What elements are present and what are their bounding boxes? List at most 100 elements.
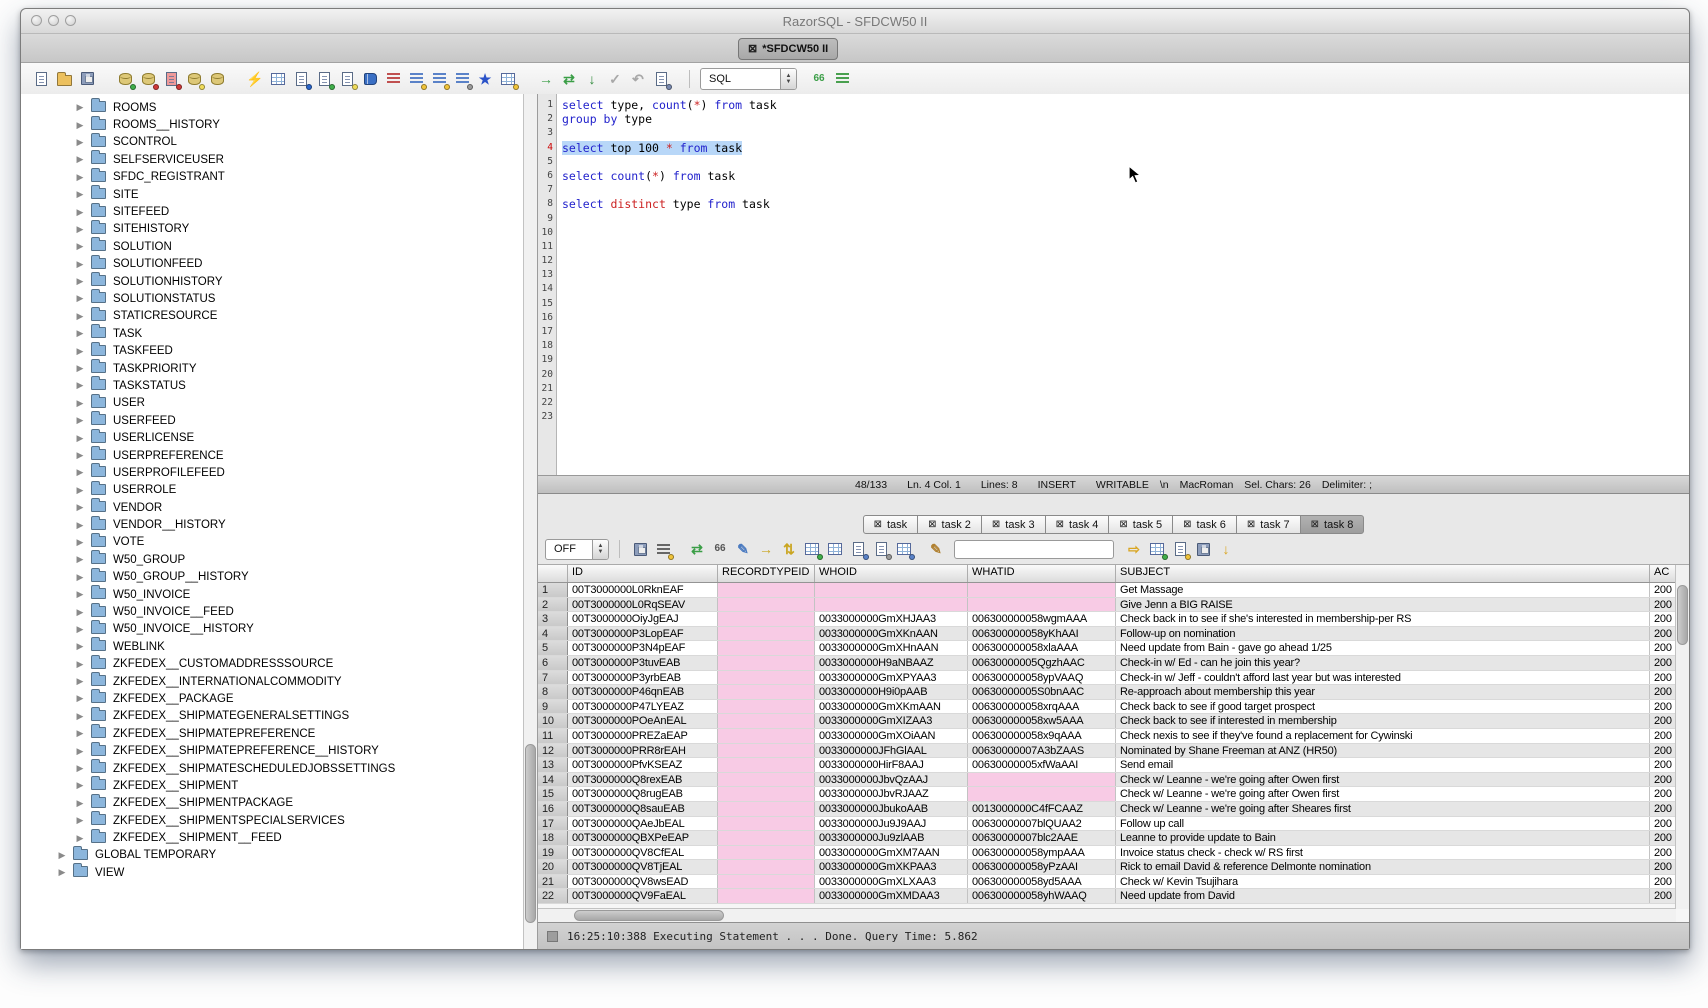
tree-item[interactable]: ▶SELFSERVICEUSER [21,151,537,168]
max-rows-select[interactable]: OFF ▲▼ [545,539,609,560]
tree-item[interactable]: ▶WEBLINK [21,638,537,655]
expand-triangle-icon[interactable]: ▶ [73,207,87,218]
table-cell[interactable]: Get Massage [1116,583,1650,597]
sidebar-scrollbar-thumb[interactable] [525,744,536,924]
table-cell[interactable]: 00T3000000P3LopEAF [568,627,718,641]
row-number-cell[interactable]: 6 [538,656,568,670]
table-cell[interactable]: Check w/ Leanne - we're going after Owen… [1116,773,1650,787]
expand-triangle-icon[interactable]: ▶ [73,502,87,513]
expand-triangle-icon[interactable]: ▶ [73,172,87,183]
column-header[interactable]: SUBJECT [1116,565,1650,582]
rollback-icon[interactable]: ↶ [628,69,648,89]
record-view-icon[interactable] [848,539,868,559]
tab-close-icon[interactable]: ⊠ [928,520,936,530]
database-browser-icon[interactable] [360,69,380,89]
row-number-cell[interactable]: 7 [538,671,568,685]
table-cell[interactable]: 00T3000000QBXPeEAP [568,831,718,845]
expand-triangle-icon[interactable]: ▶ [73,276,87,287]
table-row[interactable]: 500T3000000P3N4pEAF0033000000GmXHnAAN006… [538,641,1676,656]
table-cell[interactable]: 200 [1650,787,1676,801]
expand-triangle-icon[interactable]: ▶ [73,520,87,531]
indent-icon[interactable] [406,69,426,89]
table-cell[interactable]: 0033000000HirF8AAJ [815,758,968,772]
export-results-icon[interactable] [1147,539,1167,559]
edit-cell-icon[interactable]: ✎ [733,539,753,559]
table-cell[interactable]: 00T3000000L0RqSEAV [568,598,718,612]
results-tab[interactable]: ⊠task 3 [981,515,1046,534]
statement-type-select[interactable]: SQL ▲▼ [700,68,797,90]
tree-item[interactable]: ▶STATICRESOURCE [21,308,537,325]
tree-item[interactable]: ▶USERLICENSE [21,429,537,446]
tab-close-icon[interactable]: ⊠ [874,520,882,530]
table-cell[interactable]: 0033000000GmXKPAA3 [815,860,968,874]
table-cell[interactable]: 00T3000000P3N4pEAF [568,641,718,655]
results-tab[interactable]: ⊠task [863,515,919,534]
table-row[interactable]: 100T3000000L0RknEAFGet Massage200 [538,583,1676,598]
table-cell[interactable]: 0033000000JbvQzAAJ [815,773,968,787]
row-number-cell[interactable]: 18 [538,831,568,845]
new-file-icon[interactable] [31,69,51,89]
row-number-cell[interactable]: 14 [538,773,568,787]
table-cell[interactable] [718,714,815,728]
tree-item[interactable]: ▶W50_INVOICE__FEED [21,603,537,620]
table-cell[interactable]: 00630000007blc2AAE [968,831,1116,845]
table-editor-icon[interactable] [498,69,518,89]
column-header[interactable]: WHATID [968,565,1116,582]
fetch-more-rows-icon[interactable]: ↓ [582,69,602,89]
table-cell[interactable]: Check nexis to see if they've found a re… [1116,729,1650,743]
document-tab[interactable]: ⊠ *SFDCW50 II [738,38,838,60]
tree-item[interactable]: ▶SOLUTION [21,238,537,255]
table-cell[interactable]: Invoice status check - check w/ RS first [1116,846,1650,860]
table-cell[interactable]: Leanne to provide update to Bain [1116,831,1650,845]
expand-triangle-icon[interactable]: ▶ [73,728,87,739]
tree-item[interactable]: ▶VENDOR [21,499,537,516]
minimize-button[interactable] [48,15,59,26]
save-table-icon[interactable] [1193,539,1213,559]
tree-item[interactable]: ▶TASKFEED [21,342,537,359]
table-cell[interactable]: 200 [1650,846,1676,860]
titlebar[interactable]: RazorSQL - SFDCW50 II [21,9,1689,34]
disconnect-icon[interactable] [138,69,158,89]
tree-item[interactable]: ▶TASKSTATUS [21,377,537,394]
tree-item[interactable]: ▶VENDOR__HISTORY [21,516,537,533]
table-cell[interactable]: 200 [1650,802,1676,816]
auto-format-icon[interactable]: 66 [809,69,829,89]
expand-triangle-icon[interactable]: ▶ [73,711,87,722]
table-cell[interactable] [718,787,815,801]
tree-item[interactable]: ▶ROOMS [21,99,537,116]
tree-item[interactable]: ▶ZKFEDEX__SHIPMENTPACKAGE [21,795,537,812]
tree-item[interactable]: ▶SFDC_REGISTRANT [21,169,537,186]
expand-triangle-icon[interactable]: ▶ [73,659,87,670]
tab-close-icon[interactable]: ⊠ [748,44,757,55]
column-header[interactable]: ID [568,565,718,582]
expand-triangle-icon[interactable]: ▶ [73,798,87,809]
expand-triangle-icon[interactable]: ▶ [55,850,69,861]
row-number-cell[interactable]: 5 [538,641,568,655]
table-cell[interactable]: 200 [1650,729,1676,743]
expand-triangle-icon[interactable]: ▶ [73,833,87,844]
table-cell[interactable]: 00T3000000QAeJbEAL [568,817,718,831]
results-vscrollbar-thumb[interactable] [1677,585,1688,645]
row-number-cell[interactable]: 21 [538,875,568,889]
table-cell[interactable] [718,583,815,597]
favorites-icon[interactable]: ★ [475,69,495,89]
row-number-cell[interactable]: 19 [538,846,568,860]
commit-icon[interactable]: ✓ [605,69,625,89]
column-header[interactable] [538,565,568,582]
table-cell[interactable]: Check w/ Kevin Tsujihara [1116,875,1650,889]
table-cell[interactable]: 006300000058x9qAAA [968,729,1116,743]
row-number-cell[interactable]: 17 [538,817,568,831]
table-row[interactable]: 1100T3000000PREZaEAP0033000000GmXOiAAN00… [538,729,1676,744]
table-cell[interactable]: 0033000000JbvRJAAZ [815,787,968,801]
tree-item[interactable]: ▶SITE [21,186,537,203]
table-cell[interactable] [718,875,815,889]
expand-triangle-icon[interactable]: ▶ [73,415,87,426]
table-cell[interactable] [718,700,815,714]
table-cell[interactable] [718,831,815,845]
table-cell[interactable] [718,758,815,772]
table-cell[interactable]: 00630000005xfWaAAI [968,758,1116,772]
tree-item[interactable]: ▶ZKFEDEX__SHIPMATESCHEDULEDJOBSSETTINGS [21,760,537,777]
expand-triangle-icon[interactable]: ▶ [73,572,87,583]
row-number-cell[interactable]: 1 [538,583,568,597]
form-view-icon[interactable] [825,539,845,559]
